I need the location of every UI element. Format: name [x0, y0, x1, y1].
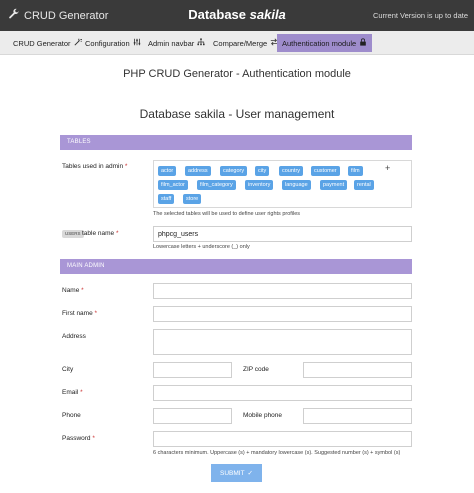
users-table-label: table name * — [82, 230, 119, 237]
page-subtitle: Database sakila - User management — [139, 107, 335, 121]
password-hint: 6 characters minimum. Uppercase (s) + ma… — [153, 450, 401, 456]
tables-hint: The selected tables will be used to defi… — [153, 211, 301, 217]
nav-item-admin-navbar[interactable]: Admin navbar — [143, 34, 210, 52]
sliders-icon — [133, 38, 141, 48]
check-icon: ✓ — [247, 470, 253, 477]
tag-film[interactable]: film — [348, 166, 363, 176]
add-table-icon[interactable]: + — [385, 163, 390, 173]
tag-film-actor[interactable]: film_actor — [158, 180, 188, 190]
email-input[interactable] — [153, 385, 412, 401]
tag-film-category[interactable]: film_category — [197, 180, 236, 190]
lock-icon — [359, 38, 367, 48]
submit-button[interactable]: SUBMIT ✓ — [211, 464, 262, 482]
address-label: Address — [62, 333, 86, 340]
main-nav: CRUD Generator Configuration Admin navba… — [0, 31, 474, 55]
tag-staff[interactable]: staff — [158, 194, 175, 204]
required-mark: * — [81, 287, 84, 294]
nav-item-configuration[interactable]: Configuration — [80, 34, 146, 52]
tables-used-label: Tables used in admin * — [62, 163, 127, 170]
page-title: PHP CRUD Generator - Authentication modu… — [123, 68, 351, 80]
address-textarea[interactable] — [153, 329, 412, 355]
email-label: Email * — [62, 389, 83, 396]
section-header-tables: TABLES — [60, 135, 412, 150]
section-header-main-admin: MAIN ADMIN — [60, 259, 412, 274]
mobile-phone-label: Mobile phone — [243, 412, 283, 419]
city-label: City — [62, 366, 74, 373]
app-brand[interactable]: CRUD Generator — [8, 8, 108, 23]
zip-code-input[interactable] — [303, 362, 412, 378]
tag-rental[interactable]: rental — [354, 180, 374, 190]
required-mark: * — [115, 230, 119, 237]
tag-inventory[interactable]: inventory — [245, 180, 274, 190]
db-prefix: Database — [188, 7, 247, 22]
name-label: Name * — [62, 287, 84, 294]
label-text: Password — [62, 435, 91, 442]
nav-item-compare-merge[interactable]: Compare/Merge — [208, 34, 283, 52]
tag-payment[interactable]: payment — [320, 180, 348, 190]
phone-input[interactable] — [153, 408, 232, 424]
wrench-icon — [8, 8, 20, 23]
password-label: Password * — [62, 435, 95, 442]
submit-label: SUBMIT — [219, 469, 245, 477]
users-table-name-input[interactable] — [153, 226, 412, 242]
tag-language[interactable]: language — [282, 180, 311, 190]
zip-code-label: ZIP code — [243, 366, 269, 373]
nav-label: CRUD Generator — [13, 38, 71, 48]
tag-category[interactable]: category — [220, 166, 248, 176]
first-name-input[interactable] — [153, 306, 412, 322]
tag-country[interactable]: country — [279, 166, 304, 176]
required-mark: * — [92, 435, 95, 442]
label-text: First name — [62, 310, 93, 317]
label-text: Name — [62, 287, 80, 294]
required-mark: * — [124, 163, 128, 170]
tag-store[interactable]: store — [183, 194, 202, 204]
nav-label: Compare/Merge — [213, 38, 268, 48]
nav-item-authentication-module[interactable]: Authentication module — [277, 34, 373, 52]
tag-actor[interactable]: actor — [158, 166, 177, 176]
tables-select[interactable]: actor address category city country cust… — [153, 160, 412, 208]
nav-label: Admin navbar — [148, 38, 195, 48]
users-badge: USERS — [62, 230, 84, 238]
nav-item-crud-generator[interactable]: CRUD Generator — [8, 34, 87, 52]
phone-label: Phone — [62, 412, 81, 419]
label-text: table name — [82, 230, 115, 237]
sitemap-icon — [197, 38, 205, 48]
first-name-label: First name * — [62, 310, 97, 317]
password-input[interactable] — [153, 431, 412, 447]
city-input[interactable] — [153, 362, 232, 378]
label-text: Tables used in admin — [62, 163, 124, 170]
nav-label: Configuration — [85, 38, 130, 48]
tag-city[interactable]: city — [255, 166, 270, 176]
nav-label: Authentication module — [282, 38, 357, 48]
users-table-hint: Lowercase letters + underscore (_) only — [153, 244, 250, 250]
label-text: Email — [62, 389, 79, 396]
top-bar: CRUD Generator Database sakila Current V… — [0, 0, 474, 31]
name-input[interactable] — [153, 283, 412, 299]
tag-customer[interactable]: customer — [311, 166, 340, 176]
app-name: CRUD Generator — [24, 9, 109, 22]
mobile-phone-input[interactable] — [303, 408, 412, 424]
tag-address[interactable]: address — [185, 166, 211, 176]
db-name: sakila — [249, 7, 286, 22]
version-status: Current Version is up to date — [372, 11, 468, 20]
required-mark: * — [94, 310, 98, 317]
required-mark: * — [80, 389, 83, 396]
